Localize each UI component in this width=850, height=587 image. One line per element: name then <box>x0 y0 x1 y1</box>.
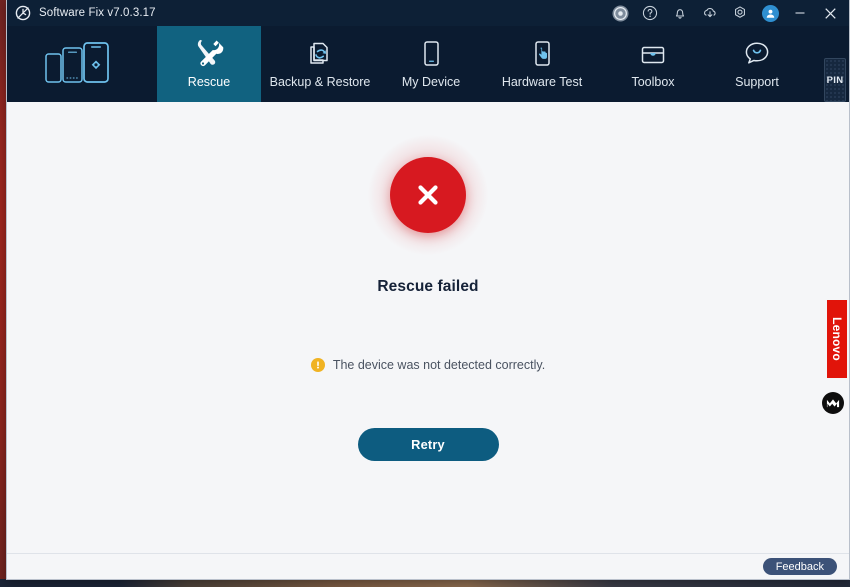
minimize-button[interactable] <box>785 0 815 26</box>
close-button[interactable] <box>815 0 849 26</box>
nav-label-hardware-test: Hardware Test <box>501 74 583 89</box>
title-bar-icons <box>605 0 849 26</box>
lenovo-brand-tab[interactable]: Lenovo <box>827 300 847 378</box>
record-circle-icon[interactable] <box>605 0 635 26</box>
app-clock-icon <box>15 5 31 21</box>
smiley-chat-icon <box>742 40 772 68</box>
retry-button[interactable]: Retry <box>357 428 499 461</box>
pin-tab-button[interactable]: PIN <box>824 58 846 102</box>
nav-tab-hardware-test[interactable]: Hardware Test <box>483 26 601 102</box>
backup-restore-icon <box>306 40 334 68</box>
window-title: Software Fix v7.0.3.17 <box>39 7 156 19</box>
page-title: Rescue failed <box>377 278 479 295</box>
nav-tab-my-device[interactable]: My Device <box>379 26 483 102</box>
download-cloud-icon[interactable] <box>695 0 725 26</box>
motorola-m-icon <box>822 392 844 414</box>
wrench-screwdriver-icon <box>192 39 226 68</box>
help-icon[interactable] <box>635 0 665 26</box>
lenovo-brand-label: Lenovo <box>830 317 844 361</box>
pin-tab-label: PIN <box>826 74 844 86</box>
phone-icon <box>419 40 443 68</box>
footer-bar: Feedback <box>7 553 849 579</box>
hand-touch-icon <box>530 40 554 68</box>
nav-label-support: Support <box>735 74 779 89</box>
nav-label-rescue: Rescue <box>187 74 231 89</box>
status-icon-container <box>367 134 489 256</box>
desktop-taskbar <box>0 579 850 587</box>
warning-exclamation-icon <box>310 358 325 372</box>
feedback-button[interactable]: Feedback <box>762 558 837 575</box>
settings-gear-icon[interactable] <box>725 0 755 26</box>
nav-tab-support[interactable]: Support <box>705 26 809 102</box>
main-content: Rescue failed The device was not detecte… <box>7 102 849 553</box>
status-message-text: The device was not detected correctly. <box>332 358 546 372</box>
nav-label-my-device: My Device <box>401 74 461 89</box>
nav-tab-backup-restore[interactable]: Backup & Restore <box>261 26 379 102</box>
user-account-icon[interactable] <box>755 0 785 26</box>
notifications-bell-icon[interactable] <box>665 0 695 26</box>
nav-tab-rescue[interactable]: Rescue <box>157 26 261 102</box>
nav-label-backup-restore: Backup & Restore <box>269 74 371 89</box>
status-message-row: The device was not detected correctly. <box>310 358 546 372</box>
toolbox-icon <box>638 40 668 68</box>
nav-tab-toolbox[interactable]: Toolbox <box>601 26 705 102</box>
devices-logo <box>7 26 157 102</box>
title-bar: Software Fix v7.0.3.17 <box>7 0 849 26</box>
nav-label-toolbox: Toolbox <box>631 74 675 89</box>
application-window: Software Fix v7.0.3.17 Rescue Backup & R… <box>6 0 850 580</box>
main-navigation: Rescue Backup & Restore My Device Hardwa… <box>7 26 849 102</box>
error-cross-icon <box>390 157 466 233</box>
